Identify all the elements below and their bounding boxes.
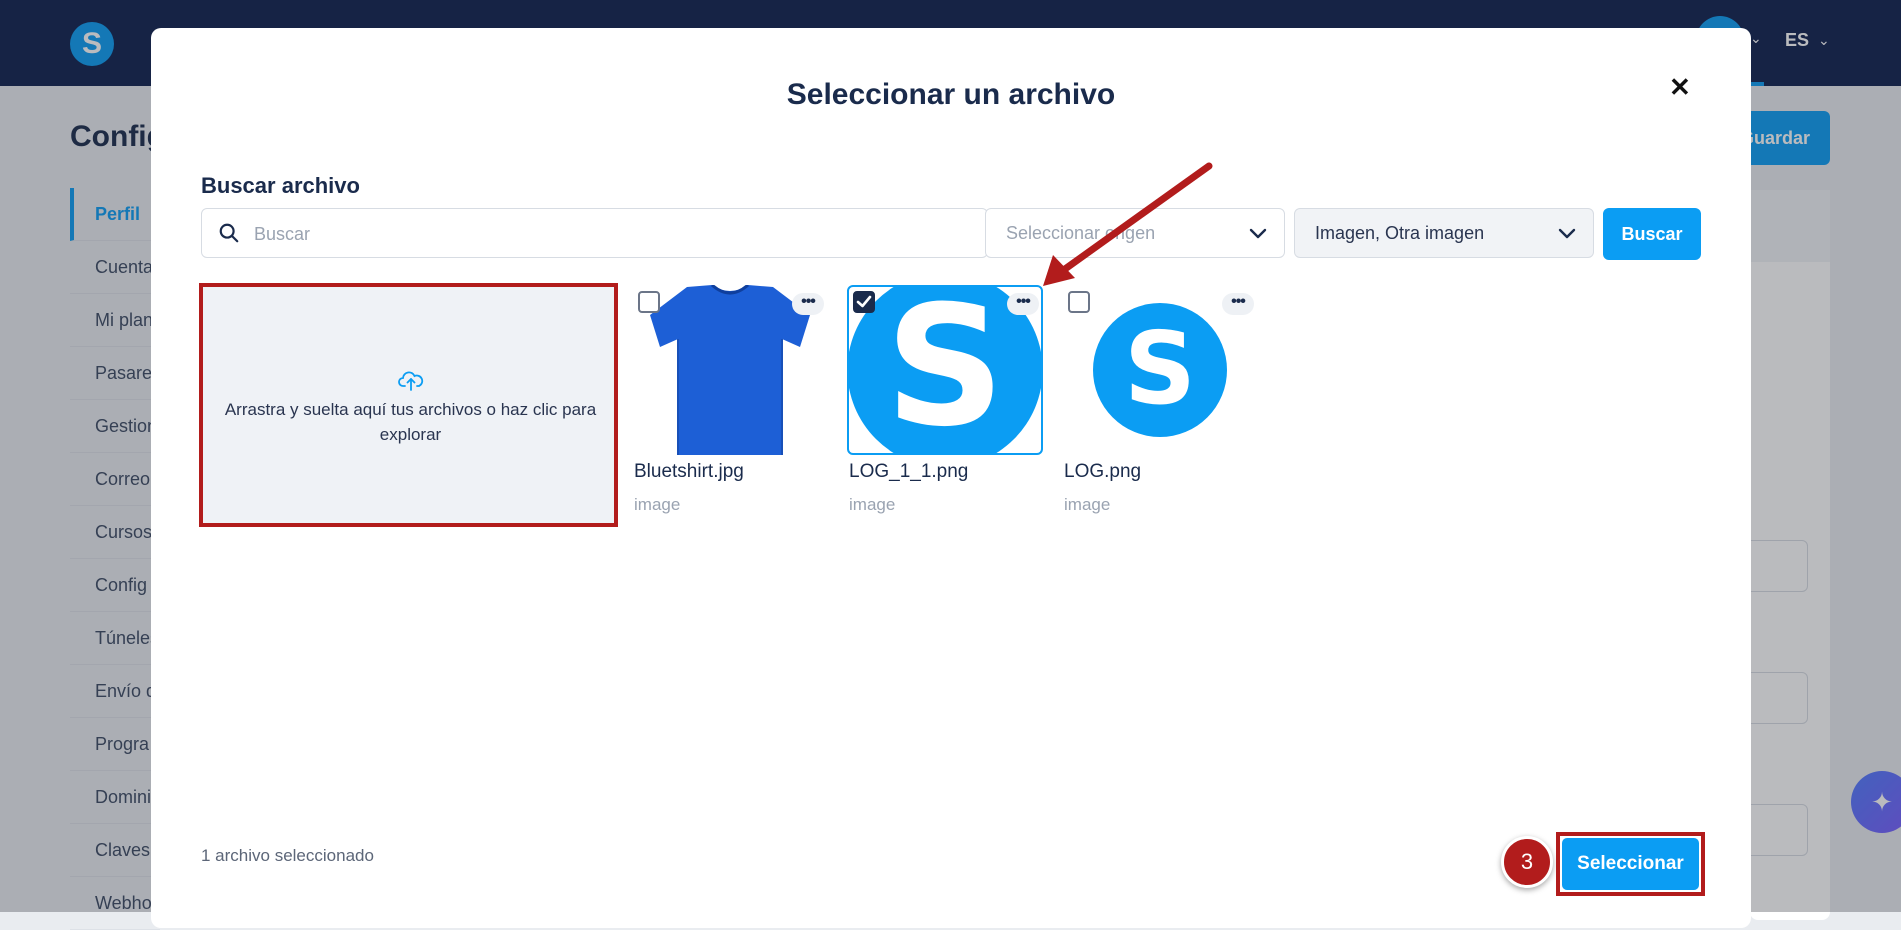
selected-count: 1 archivo seleccionado bbox=[201, 846, 374, 865]
step-badge: 3 bbox=[1501, 836, 1553, 888]
annotation-arrow bbox=[1043, 162, 1213, 286]
file-picker-modal: Seleccionar un archivo ✕ Buscar archivo … bbox=[151, 28, 1751, 928]
select-button[interactable]: Seleccionar bbox=[1562, 838, 1699, 890]
